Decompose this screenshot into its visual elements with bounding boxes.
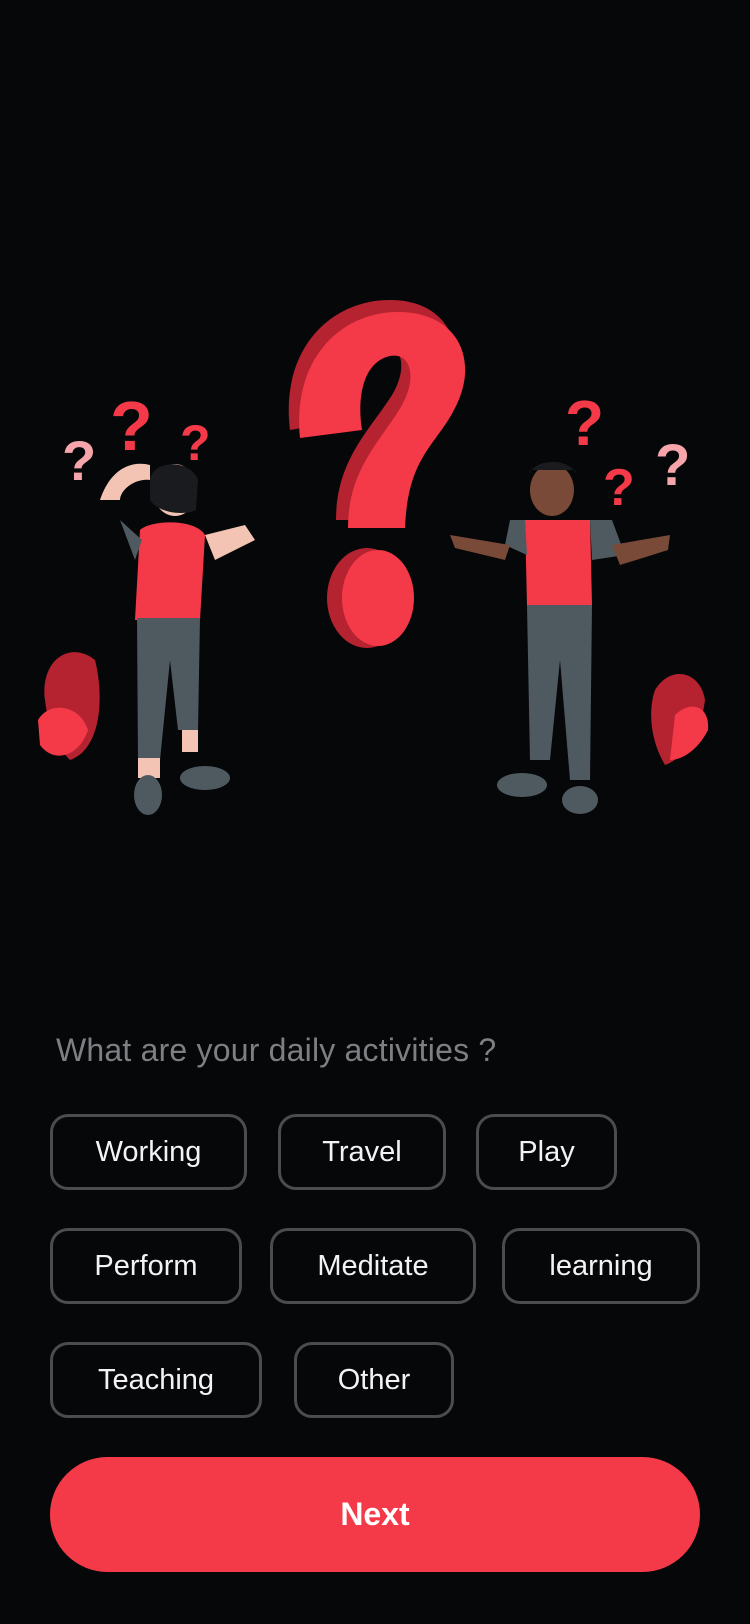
- chip-learning[interactable]: learning: [502, 1228, 700, 1304]
- chip-meditate[interactable]: Meditate: [270, 1228, 476, 1304]
- chip-other[interactable]: Other: [294, 1342, 454, 1418]
- chip-play[interactable]: Play: [476, 1114, 617, 1190]
- plant-left-icon: [38, 652, 100, 760]
- svg-text:?: ?: [110, 387, 153, 465]
- woman-figure-icon: [100, 463, 255, 815]
- chip-travel[interactable]: Travel: [278, 1114, 446, 1190]
- svg-text:?: ?: [565, 387, 604, 459]
- svg-text:?: ?: [655, 433, 690, 498]
- confused-people-illustration: ? ? ? ? ? ?: [38, 300, 709, 815]
- next-button[interactable]: Next: [50, 1457, 700, 1572]
- svg-text:?: ?: [603, 459, 635, 517]
- big-question-mark-icon: [288, 300, 466, 648]
- svg-text:?: ?: [62, 429, 96, 492]
- chip-working[interactable]: Working: [50, 1114, 247, 1190]
- man-figure-icon: [450, 461, 670, 814]
- chip-teaching[interactable]: Teaching: [50, 1342, 262, 1418]
- activities-question: What are your daily activities ?: [56, 1032, 497, 1068]
- svg-text:?: ?: [180, 415, 211, 471]
- small-question-marks-right-icon: ? ? ?: [565, 387, 690, 517]
- chip-perform[interactable]: Perform: [50, 1228, 242, 1304]
- plant-right-icon: [651, 673, 709, 765]
